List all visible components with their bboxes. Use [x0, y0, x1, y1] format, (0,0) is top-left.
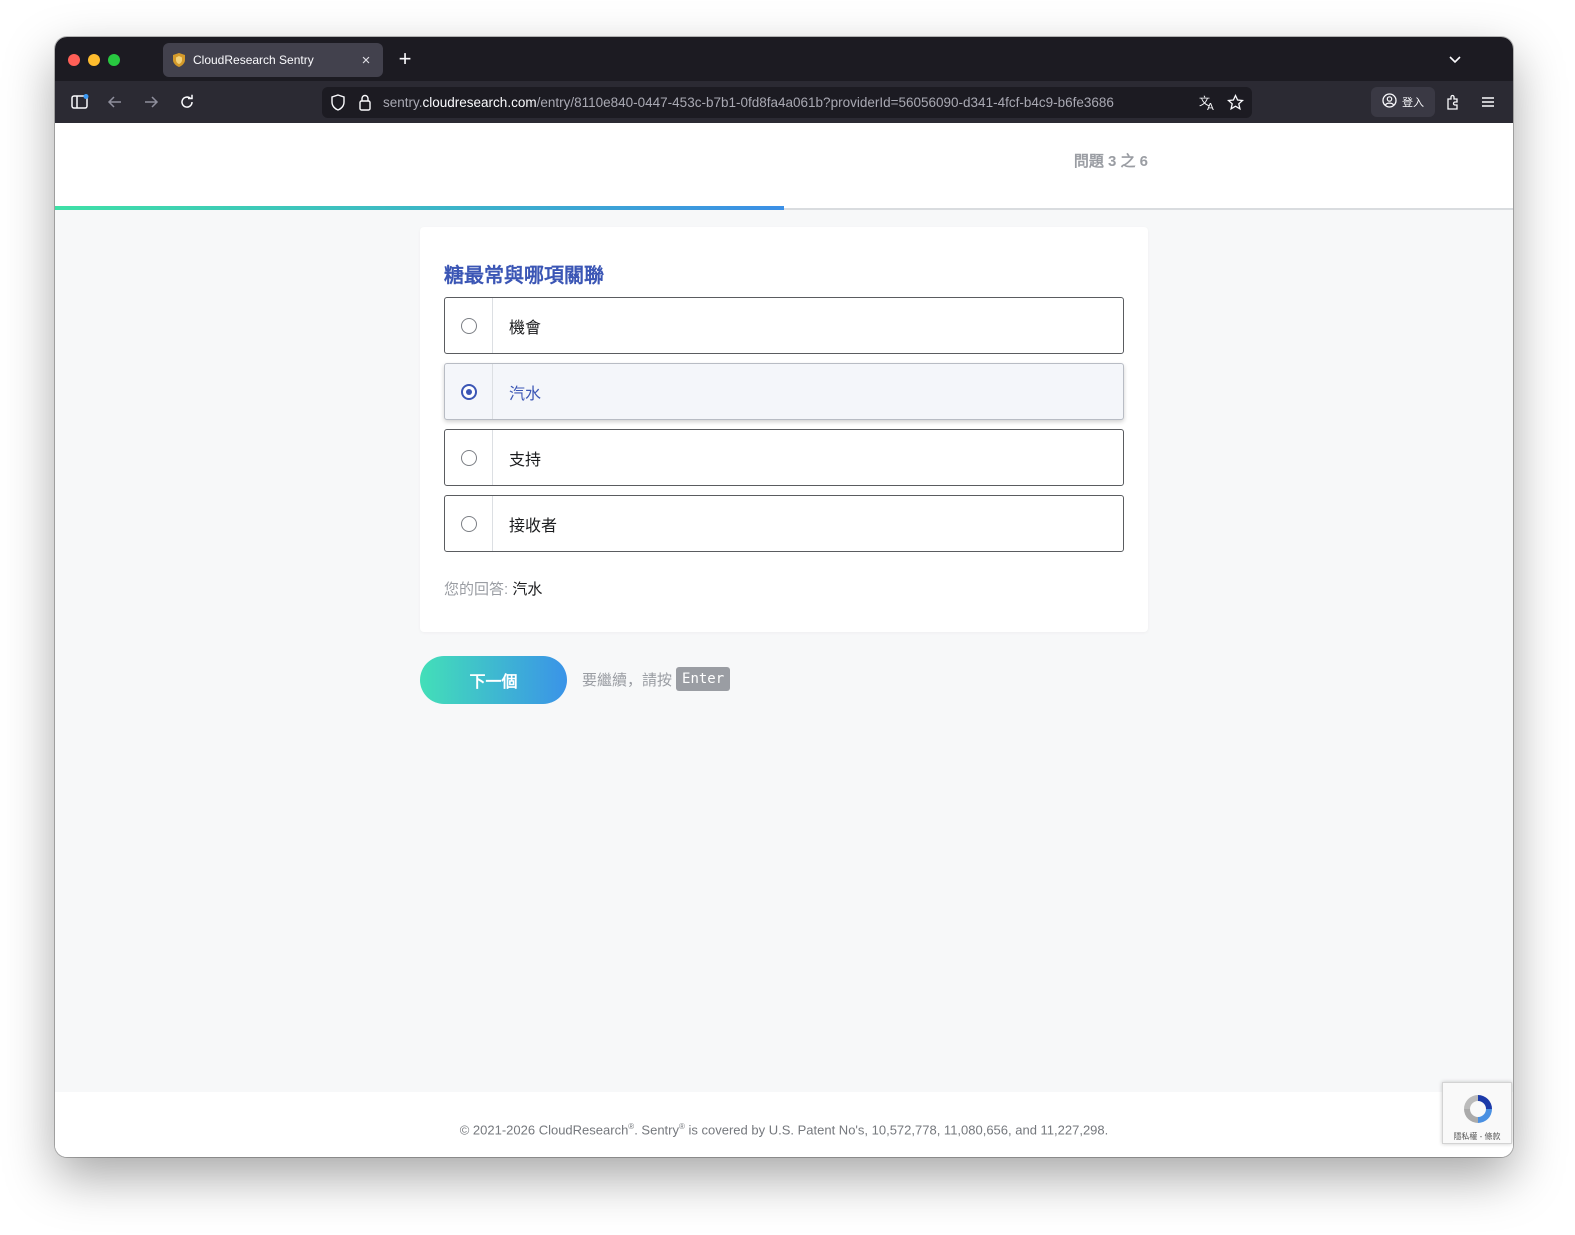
tab-list-chevron-down-icon[interactable] — [1447, 51, 1463, 67]
radio-cell[interactable] — [445, 298, 493, 353]
navigation-toolbar: sentry.cloudresearch.com/entry/8110e840-… — [55, 81, 1513, 123]
enter-key-badge: Enter — [676, 667, 731, 691]
option-label: 機會 — [509, 319, 542, 337]
survey-page: 問題 3 之 6 糖最常與哪項關聯 機會 汽水 支持 接收者 您的回答: 汽水 — [55, 123, 1513, 1157]
bookmark-star-icon[interactable] — [1226, 93, 1245, 116]
lock-icon[interactable] — [358, 94, 372, 116]
url-text: sentry.cloudresearch.com/entry/8110e840-… — [383, 95, 1114, 110]
active-tab[interactable]: CloudResearch Sentry × — [163, 43, 383, 77]
new-tab-button[interactable]: + — [393, 48, 417, 72]
back-arrow-icon[interactable] — [105, 92, 125, 112]
question-text: 糖最常與哪項關聯 — [444, 265, 604, 287]
question-counter: 問題 3 之 6 — [1073, 153, 1148, 170]
account-icon — [1382, 93, 1397, 111]
recaptcha-icon — [1460, 1091, 1496, 1127]
option-1[interactable]: 汽水 — [444, 363, 1124, 420]
address-bar[interactable]: sentry.cloudresearch.com/entry/8110e840-… — [322, 87, 1252, 118]
copyright-text: © 2021-2026 CloudResearch®. Sentry® is c… — [459, 1122, 1109, 1138]
continue-hint: 要繼續，請按 Enter — [582, 667, 731, 691]
radio-cell[interactable] — [445, 430, 493, 485]
radio-button[interactable] — [460, 515, 477, 532]
answer-value: 汽水 — [512, 581, 543, 598]
tab-strip: CloudResearch Sentry × + — [55, 37, 1513, 81]
next-button[interactable]: 下一個 — [420, 656, 567, 704]
option-label: 支持 — [509, 451, 542, 469]
minimize-window-button[interactable] — [88, 54, 100, 66]
hint-text: 要繼續，請按 — [582, 671, 673, 689]
page-footer: © 2021-2026 CloudResearch®. Sentry® is c… — [55, 1092, 1513, 1157]
tab-title: CloudResearch Sentry — [193, 53, 314, 67]
extensions-icon[interactable] — [1443, 92, 1463, 112]
option-label: 接收者 — [509, 517, 558, 535]
radio-button[interactable] — [460, 449, 477, 466]
tracking-shield-icon[interactable] — [330, 94, 346, 116]
cloudresearch-favicon-icon — [172, 53, 186, 67]
sidebar-icon[interactable] — [70, 92, 90, 112]
recaptcha-links[interactable]: 隱私權 - 條款 — [1443, 1131, 1511, 1142]
forward-arrow-icon[interactable] — [141, 92, 161, 112]
option-0[interactable]: 機會 — [444, 297, 1124, 354]
browser-window: CloudResearch Sentry × + sentry.cloudres… — [55, 37, 1513, 1157]
translate-icon[interactable]: 文A — [1199, 94, 1217, 116]
reload-icon[interactable] — [177, 92, 197, 112]
answer-prefix: 您的回答: — [444, 581, 513, 598]
close-window-button[interactable] — [68, 54, 80, 66]
signin-label: 登入 — [1402, 97, 1424, 109]
your-answer: 您的回答: 汽水 — [444, 578, 542, 599]
svg-text:A: A — [1207, 102, 1214, 111]
option-2[interactable]: 支持 — [444, 429, 1124, 486]
question-card: 糖最常與哪項關聯 機會 汽水 支持 接收者 您的回答: 汽水 — [420, 227, 1148, 632]
maximize-window-button[interactable] — [108, 54, 120, 66]
radio-cell[interactable] — [445, 496, 493, 551]
menu-hamburger-icon[interactable] — [1478, 92, 1498, 112]
page-header: 問題 3 之 6 — [55, 123, 1513, 208]
account-signin-button[interactable]: 登入 — [1371, 87, 1435, 117]
option-3[interactable]: 接收者 — [444, 495, 1124, 552]
progress-bar — [55, 206, 784, 210]
radio-button[interactable] — [460, 383, 477, 400]
option-label: 汽水 — [509, 385, 542, 403]
close-tab-icon[interactable]: × — [355, 52, 377, 69]
radio-cell[interactable] — [445, 364, 493, 419]
radio-button[interactable] — [460, 317, 477, 334]
recaptcha-badge[interactable]: 隱私權 - 條款 — [1442, 1082, 1512, 1144]
